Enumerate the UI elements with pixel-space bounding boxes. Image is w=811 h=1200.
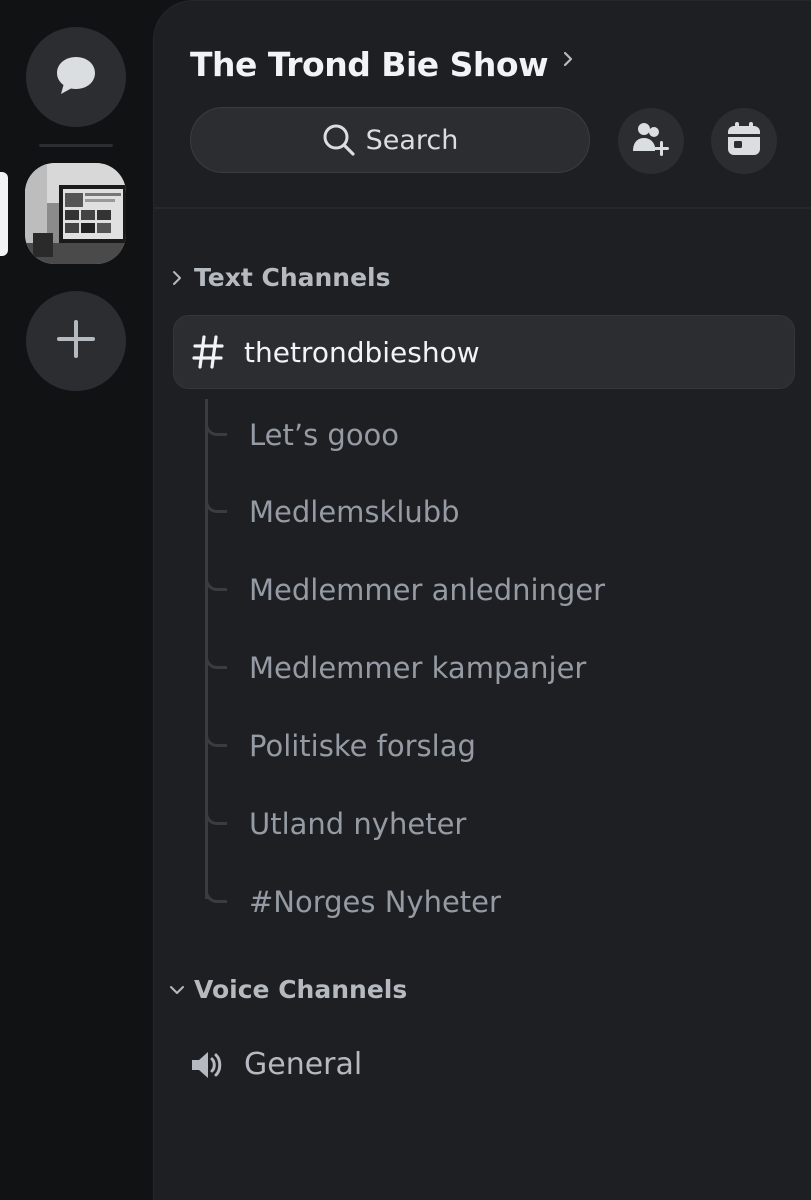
thread-item[interactable]: Politiske forslag [205,725,476,766]
thread-branch [205,881,227,903]
voice-channel-general[interactable]: General [190,1047,362,1082]
thread-branch [205,569,227,591]
channel-panel: The Trond Bie Show Search Text Channels … [153,0,811,1200]
add-member-icon [631,119,671,163]
category-voice-channels[interactable]: Voice Channels [166,975,407,1004]
invite-members-button[interactable] [618,108,684,174]
events-button[interactable] [711,108,777,174]
thread-branch [205,725,227,747]
add-server-button[interactable] [26,291,126,391]
server-header[interactable]: The Trond Bie Show [190,45,574,84]
speaker-icon [190,1048,224,1082]
thread-branch [205,414,227,436]
thread-label: Medlemmer anledninger [249,573,606,607]
search-button[interactable]: Search [190,107,590,173]
thread-label: Politiske forslag [249,729,476,763]
channel-name: thetrondbieshow [244,335,480,369]
category-label: Text Channels [194,263,391,292]
thread-label: Utland nyheter [249,807,467,841]
calendar-icon [726,121,762,161]
thread-item[interactable]: Utland nyheter [205,803,467,844]
thread-label: Medlemmer kampanjer [249,651,587,685]
category-label: Voice Channels [194,975,408,1004]
thread-item[interactable]: #Norges Nyheter [205,881,501,922]
thread-branch [205,803,227,825]
channel-item-thetrondbieshow[interactable]: thetrondbieshow [173,315,795,389]
thread-item[interactable]: Let’s gooo [205,414,400,455]
header-divider [154,207,811,209]
thread-label: Medlemsklubb [249,495,460,529]
direct-messages-button[interactable] [26,27,126,127]
thread-item[interactable]: Medlemmer kampanjer [205,647,587,688]
thread-label: Let’s gooo [249,418,400,452]
thread-item[interactable]: Medlemsklubb [205,491,460,532]
thread-item[interactable]: Medlemmer anledninger [205,569,606,610]
selected-server-indicator [0,172,8,256]
chevron-down-icon [166,984,188,996]
search-label: Search [365,124,459,156]
thread-label: #Norges Nyheter [249,885,501,919]
thread-branch [205,491,227,513]
server-name: The Trond Bie Show [190,45,549,84]
chevron-right-icon [562,50,574,68]
plus-icon [55,318,97,364]
chat-bubble-icon [54,53,98,101]
chevron-right-icon [166,270,188,286]
search-icon [322,123,356,157]
category-text-channels[interactable]: Text Channels [166,263,390,292]
hash-icon [192,335,224,369]
server-icon-the-trond-bie-show[interactable] [25,163,126,264]
server-rail [0,0,153,1200]
rail-divider [39,144,113,147]
voice-channel-name: General [244,1047,363,1082]
server-image [25,163,126,264]
thread-branch [205,647,227,669]
